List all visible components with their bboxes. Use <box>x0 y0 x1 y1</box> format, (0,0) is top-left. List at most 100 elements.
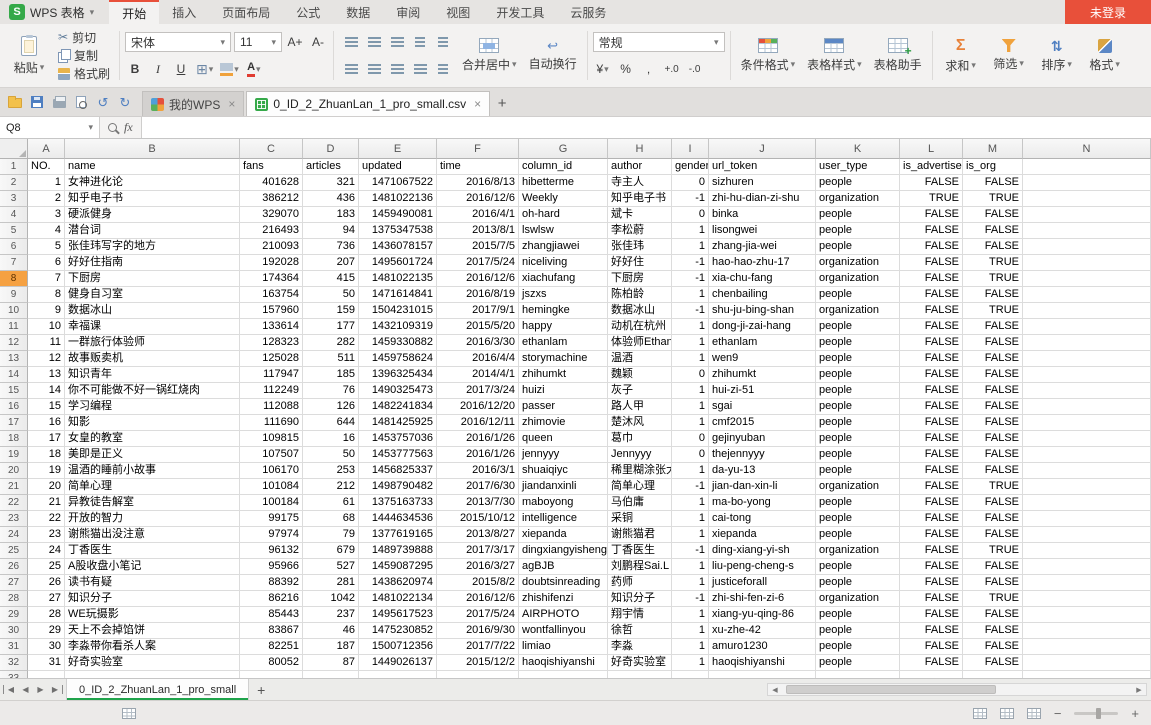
cell-I1[interactable]: gender <box>672 159 709 175</box>
cell-J23[interactable]: cai-tong <box>709 511 816 527</box>
cell-H21[interactable]: 简单心理 <box>608 479 672 495</box>
row-header-1[interactable]: 1 <box>0 159 28 175</box>
cell-N18[interactable] <box>1023 431 1151 447</box>
font-size-select[interactable]: 11 ▾ <box>234 32 283 52</box>
cell-G9[interactable]: jszxs <box>519 287 608 303</box>
table-style-button[interactable]: 表格样式 ▾ <box>802 27 867 84</box>
column-header-I[interactable]: I <box>672 139 709 159</box>
cell-I21[interactable]: -1 <box>672 479 709 495</box>
cell-J4[interactable]: binka <box>709 207 816 223</box>
cell-F17[interactable]: 2016/12/11 <box>437 415 519 431</box>
decrease-indent-button[interactable] <box>410 32 430 52</box>
cell-D15[interactable]: 76 <box>303 383 359 399</box>
cell-J18[interactable]: gejinyuban <box>709 431 816 447</box>
cell-N12[interactable] <box>1023 335 1151 351</box>
cell-M8[interactable]: TRUE <box>963 271 1023 287</box>
row-header-4[interactable]: 4 <box>0 207 28 223</box>
cell-E3[interactable]: 1481022136 <box>359 191 437 207</box>
sheet-nav-first-button[interactable]: ◀ <box>3 685 18 694</box>
cell-L33[interactable] <box>900 671 963 678</box>
cell-G27[interactable]: doubtsinreading <box>519 575 608 591</box>
cell-L5[interactable]: FALSE <box>900 223 963 239</box>
cell-A6[interactable]: 5 <box>28 239 65 255</box>
cell-F15[interactable]: 2017/3/24 <box>437 383 519 399</box>
column-header-H[interactable]: H <box>608 139 672 159</box>
bold-button[interactable]: B <box>125 59 145 79</box>
row-header-31[interactable]: 31 <box>0 639 28 655</box>
cell-E4[interactable]: 1459490081 <box>359 207 437 223</box>
cell-K19[interactable]: people <box>816 447 900 463</box>
cell-N2[interactable] <box>1023 175 1151 191</box>
cell-C22[interactable]: 100184 <box>240 495 303 511</box>
align-right-button[interactable] <box>387 59 407 79</box>
cell-N3[interactable] <box>1023 191 1151 207</box>
cell-F9[interactable]: 2016/8/19 <box>437 287 519 303</box>
cell-M13[interactable]: FALSE <box>963 351 1023 367</box>
merge-center-button[interactable]: 合并居中 ▾ <box>457 27 522 84</box>
cell-J7[interactable]: hao-hao-zhu-17 <box>709 255 816 271</box>
cell-L25[interactable]: FALSE <box>900 543 963 559</box>
cell-L2[interactable]: FALSE <box>900 175 963 191</box>
cell-H5[interactable]: 李松蔚 <box>608 223 672 239</box>
cell-N22[interactable] <box>1023 495 1151 511</box>
cell-I11[interactable]: 1 <box>672 319 709 335</box>
cell-K31[interactable]: people <box>816 639 900 655</box>
cell-N8[interactable] <box>1023 271 1151 287</box>
cell-J6[interactable]: zhang-jia-wei <box>709 239 816 255</box>
cell-D20[interactable]: 253 <box>303 463 359 479</box>
cell-H16[interactable]: 路人甲 <box>608 399 672 415</box>
cell-L14[interactable]: FALSE <box>900 367 963 383</box>
cell-N1[interactable] <box>1023 159 1151 175</box>
row-header-3[interactable]: 3 <box>0 191 28 207</box>
cell-N11[interactable] <box>1023 319 1151 335</box>
cell-H23[interactable]: 采铜 <box>608 511 672 527</box>
cell-H28[interactable]: 知识分子 <box>608 591 672 607</box>
print-button[interactable] <box>48 91 70 113</box>
shrink-font-button[interactable]: A- <box>308 32 328 52</box>
cell-B23[interactable]: 开放的智力 <box>65 511 240 527</box>
cell-C12[interactable]: 128323 <box>240 335 303 351</box>
cell-N4[interactable] <box>1023 207 1151 223</box>
increase-decimal-button[interactable]: +.0 <box>662 59 682 79</box>
cell-E18[interactable]: 1453757036 <box>359 431 437 447</box>
cell-G2[interactable]: hibetterme <box>519 175 608 191</box>
view-normal-icon[interactable] <box>972 707 987 719</box>
cell-H32[interactable]: 好奇实验室 <box>608 655 672 671</box>
row-header-9[interactable]: 9 <box>0 287 28 303</box>
cell-L15[interactable]: FALSE <box>900 383 963 399</box>
cell-B33[interactable] <box>65 671 240 678</box>
cell-N33[interactable] <box>1023 671 1151 678</box>
cell-A12[interactable]: 11 <box>28 335 65 351</box>
cell-H15[interactable]: 灰子 <box>608 383 672 399</box>
cell-I4[interactable]: 0 <box>672 207 709 223</box>
cell-D33[interactable] <box>303 671 359 678</box>
row-header-21[interactable]: 21 <box>0 479 28 495</box>
cell-F13[interactable]: 2016/4/4 <box>437 351 519 367</box>
comma-style-button[interactable]: , <box>639 59 659 79</box>
column-header-M[interactable]: M <box>963 139 1023 159</box>
row-header-27[interactable]: 27 <box>0 575 28 591</box>
cell-E29[interactable]: 1495617523 <box>359 607 437 623</box>
cell-E5[interactable]: 1375347538 <box>359 223 437 239</box>
cell-A4[interactable]: 3 <box>28 207 65 223</box>
cell-K12[interactable]: people <box>816 335 900 351</box>
cell-J30[interactable]: xu-zhe-42 <box>709 623 816 639</box>
cell-F11[interactable]: 2015/5/20 <box>437 319 519 335</box>
cell-I28[interactable]: -1 <box>672 591 709 607</box>
cell-D4[interactable]: 183 <box>303 207 359 223</box>
cell-K9[interactable]: people <box>816 287 900 303</box>
cell-D29[interactable]: 237 <box>303 607 359 623</box>
cell-E22[interactable]: 1375163733 <box>359 495 437 511</box>
cell-L22[interactable]: FALSE <box>900 495 963 511</box>
cell-D31[interactable]: 187 <box>303 639 359 655</box>
cell-L20[interactable]: FALSE <box>900 463 963 479</box>
cell-M1[interactable]: is_org <box>963 159 1023 175</box>
cell-C25[interactable]: 96132 <box>240 543 303 559</box>
cell-J19[interactable]: thejennyyy <box>709 447 816 463</box>
cell-N5[interactable] <box>1023 223 1151 239</box>
cell-E6[interactable]: 1436078157 <box>359 239 437 255</box>
horizontal-scrollbar[interactable]: ◀ ▶ <box>767 683 1147 696</box>
cell-F29[interactable]: 2017/5/24 <box>437 607 519 623</box>
cell-F3[interactable]: 2016/12/6 <box>437 191 519 207</box>
menu-tab-view[interactable]: 视图 <box>433 0 483 24</box>
